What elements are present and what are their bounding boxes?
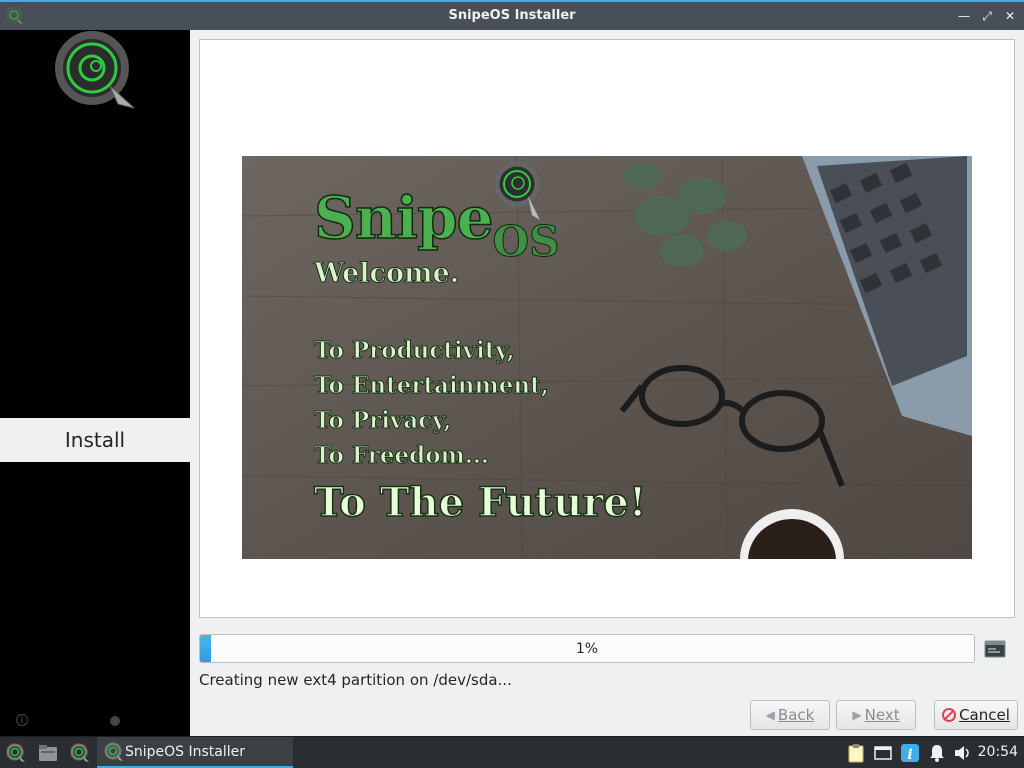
taskbar-entry-installer[interactable]: SnipeOS Installer <box>97 737 293 768</box>
about-icon[interactable]: i <box>16 714 28 726</box>
next-label: Next <box>864 706 900 724</box>
tagline-line-3: To Privacy, <box>313 407 452 435</box>
display-icon[interactable] <box>872 742 894 764</box>
log-toggle-icon[interactable] <box>984 640 1006 658</box>
info-icon[interactable]: i <box>899 742 921 764</box>
maximize-icon[interactable]: ⤢ <box>978 7 996 25</box>
clipboard-icon[interactable] <box>845 742 867 764</box>
snipeos-installer-launcher-icon[interactable] <box>69 742 91 764</box>
cancel-label: Cancel <box>959 706 1010 724</box>
taskbar: SnipeOS Installer i 20:54 <box>0 736 1024 768</box>
cancel-icon <box>942 708 957 722</box>
window-title: SnipeOS Installer <box>448 8 576 23</box>
sidebar: Install i <box>0 30 190 736</box>
tagline-line-4: To Freedom... <box>313 442 489 470</box>
sidebar-step-install: Install <box>0 418 190 462</box>
application-menu-icon[interactable] <box>5 742 27 764</box>
file-manager-icon[interactable] <box>37 742 59 764</box>
banner-text: SnipeOS Welcome. To Productivity, To Ent… <box>313 183 647 527</box>
tagline-line-1: To Productivity, <box>313 337 515 365</box>
back-button[interactable]: ◀ Back <box>750 700 830 730</box>
svg-text:i: i <box>907 747 912 763</box>
volume-icon[interactable] <box>952 742 974 764</box>
cancel-button[interactable]: Cancel <box>934 700 1018 730</box>
back-label: Back <box>777 706 815 724</box>
slideshow: SnipeOS Welcome. To Productivity, To Ent… <box>199 39 1015 618</box>
brand-suffix: OS <box>492 217 560 267</box>
clock[interactable]: 20:54 <box>978 744 1018 760</box>
minimize-icon[interactable]: — <box>955 7 973 25</box>
install-progress-bar: 1% <box>199 634 975 663</box>
taskbar-entry-label: SnipeOS Installer <box>125 744 246 760</box>
welcome-heading: Welcome. <box>313 258 460 290</box>
next-button[interactable]: ▶ Next <box>836 700 916 730</box>
bell-icon[interactable] <box>926 742 948 764</box>
snipeos-logo <box>55 31 135 109</box>
arrow-right-icon: ▶ <box>852 708 862 722</box>
window-titlebar[interactable]: SnipeOS Installer — ⤢ ✕ <box>0 0 1024 30</box>
tagline-line-2: To Entertainment, <box>313 372 549 400</box>
welcome-banner: SnipeOS Welcome. To Productivity, To Ent… <box>242 156 972 559</box>
status-text: Creating new ext4 partition on /dev/sda.… <box>199 671 512 689</box>
progress-label: 1% <box>575 641 599 657</box>
brand-name: Snipe <box>313 183 494 253</box>
debug-icon[interactable] <box>110 716 120 726</box>
snipeos-task-icon <box>104 742 123 761</box>
arrow-left-icon: ◀ <box>765 708 775 722</box>
main-panel: SnipeOS Welcome. To Productivity, To Ent… <box>190 30 1024 736</box>
close-icon[interactable]: ✕ <box>1001 7 1019 25</box>
tagline-future: To The Future! <box>313 478 647 527</box>
